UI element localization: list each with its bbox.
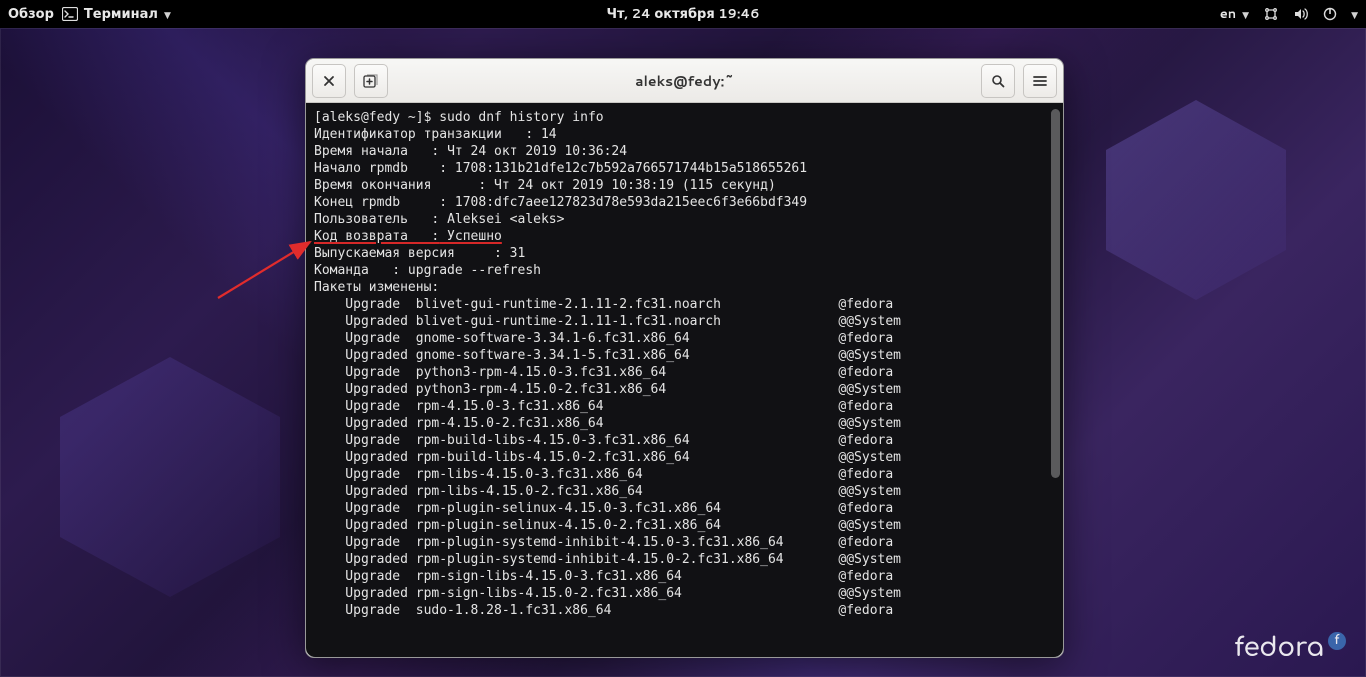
package-list: Upgrade blivet-gui-runtime-2.1.11-2.fc31… (314, 297, 901, 618)
fedora-badge-icon: f (1328, 632, 1346, 650)
terminal-icon (62, 7, 78, 21)
terminal-window: aleks@fedy:~ [aleks@fedy ~]$ sudo dnf hi… (305, 58, 1064, 658)
menu-button[interactable] (1023, 64, 1057, 98)
terminal-text-area[interactable]: [aleks@fedy ~]$ sudo dnf history info Ид… (306, 103, 1063, 657)
return-code-label: Код возврата : (314, 229, 439, 244)
volume-icon[interactable] (1293, 7, 1309, 21)
scrollbar-thumb[interactable] (1051, 109, 1060, 478)
power-icon[interactable] (1323, 7, 1337, 21)
appmenu-terminal[interactable]: Терминал ▼ (62, 5, 171, 23)
input-source-button[interactable]: en ▼ (1220, 5, 1249, 23)
prompt: [aleks@fedy ~]$ (314, 110, 439, 125)
appmenu-label: Терминал (84, 5, 158, 23)
return-code-value: Успешно (439, 229, 502, 244)
clock-label: Чт, 24 октября 19:46 (606, 5, 759, 23)
window-titlebar[interactable]: aleks@fedy:~ (306, 59, 1063, 103)
terminal-scrollbar[interactable] (1051, 109, 1060, 651)
fedora-watermark: fedora f (1235, 634, 1346, 663)
activities-button[interactable]: Обзор (8, 5, 54, 23)
chevron-down-icon: ▼ (1351, 8, 1358, 21)
chevron-down-icon: ▼ (1242, 8, 1249, 21)
fedora-text: fedora (1235, 634, 1324, 663)
cmd: sudo dnf history info (439, 110, 603, 125)
close-button[interactable] (312, 64, 346, 98)
gnome-topbar: Обзор Терминал ▼ Чт, 24 октября 19:46 en… (0, 0, 1366, 28)
clock-button[interactable]: Чт, 24 октября 19:46 (606, 5, 759, 23)
search-button[interactable] (981, 64, 1015, 98)
activities-label: Обзор (8, 5, 54, 23)
network-icon[interactable] (1263, 7, 1279, 21)
new-tab-button[interactable] (354, 64, 388, 98)
chevron-down-icon: ▼ (164, 8, 171, 21)
window-title: aleks@fedy:~ (396, 71, 973, 91)
input-source-label: en (1220, 5, 1236, 23)
